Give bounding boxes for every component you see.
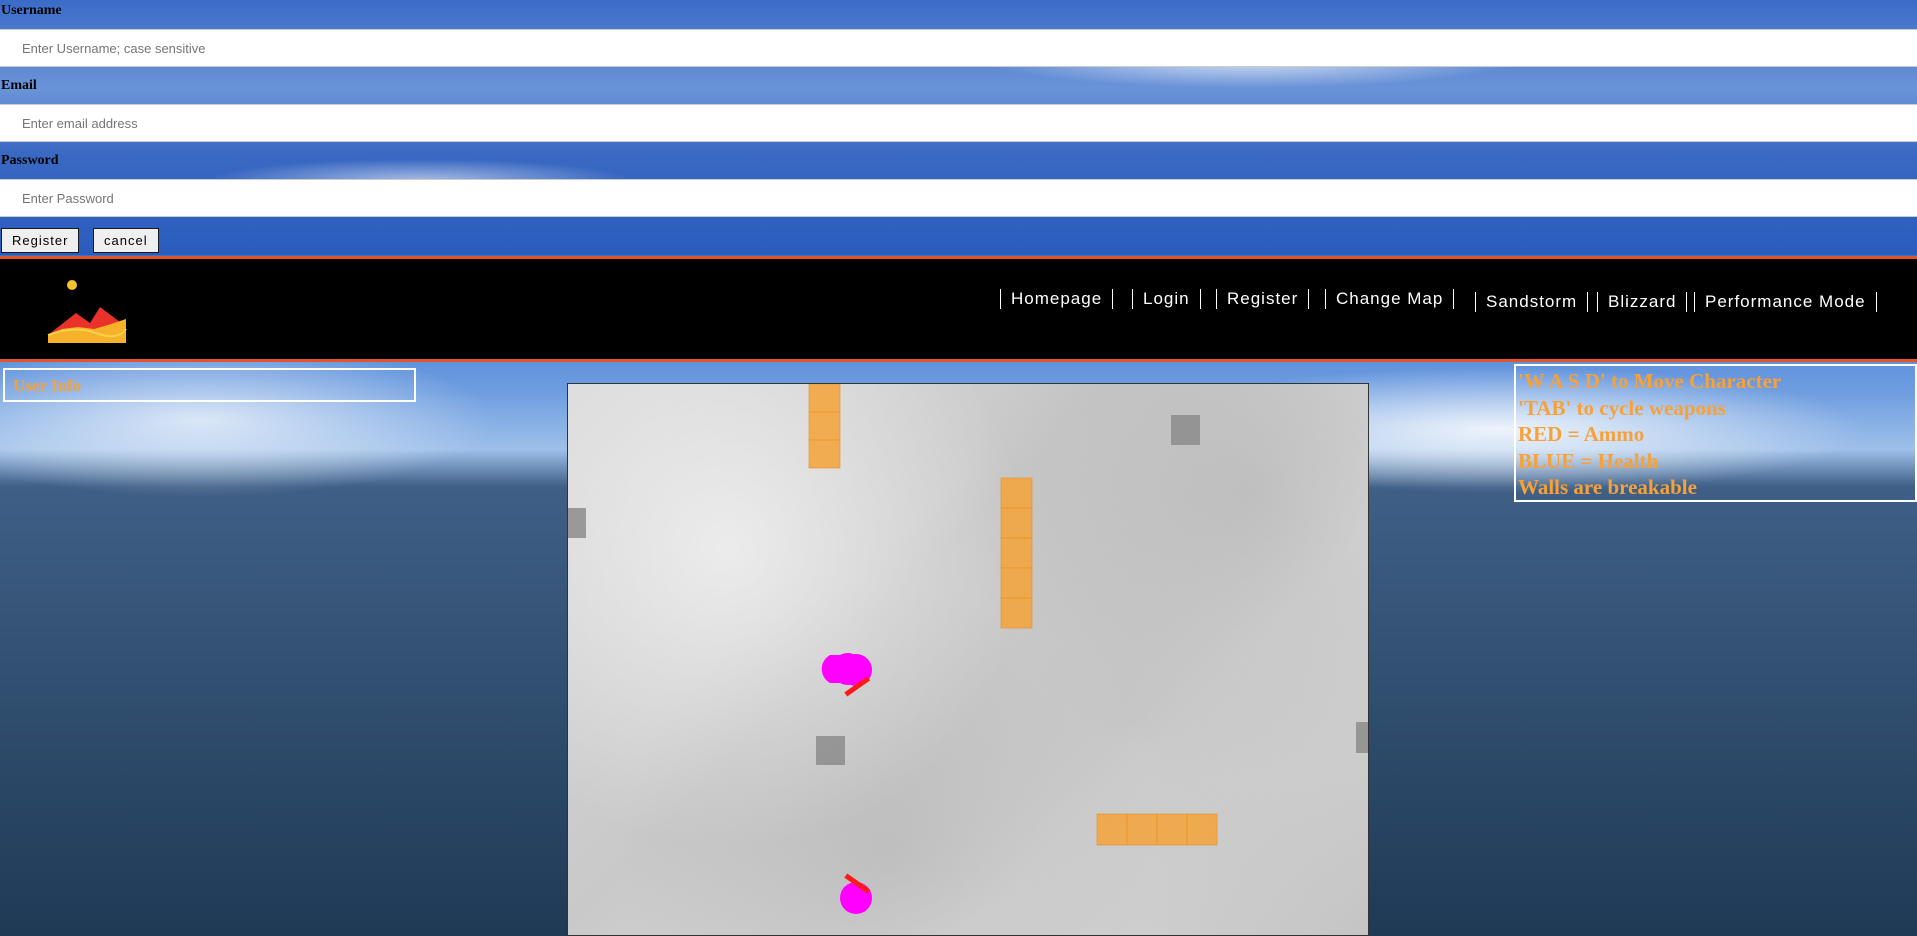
sunset-dunes-logo[interactable] (44, 277, 130, 353)
nav-register[interactable]: Register (1216, 289, 1310, 309)
breakable-wall (808, 384, 841, 469)
help-line: RED = Ammo (1518, 422, 1645, 446)
help-line: BLUE = Health (1518, 448, 1659, 473)
help-line: 'TAB' to cycle weapons (1518, 395, 1726, 420)
nav-login[interactable]: Login (1132, 289, 1201, 309)
site-header: Homepage Login Register Change Map Sands… (0, 256, 1917, 362)
grey-block (1356, 722, 1368, 753)
grey-block (568, 508, 586, 538)
email-input[interactable] (0, 104, 1917, 142)
breakable-wall (1000, 477, 1033, 629)
grey-block (816, 736, 845, 765)
nav-change-map[interactable]: Change Map (1325, 289, 1455, 309)
nav-performance-mode[interactable]: Performance Mode (1694, 292, 1877, 312)
register-form: Username Email Password Register cancel (0, 0, 1917, 255)
password-input[interactable] (0, 179, 1917, 217)
help-line: 'W A S D' to Move Character (1518, 369, 1782, 393)
game-canvas[interactable] (567, 383, 1369, 936)
user-info-panel: User Info (3, 368, 416, 402)
help-line: Walls are breakable (1518, 475, 1697, 499)
controls-help-panel: 'W A S D' to Move Character 'TAB' to cyc… (1514, 364, 1917, 502)
player-character (840, 873, 872, 914)
player-character (821, 653, 872, 697)
nav-blizzard[interactable]: Blizzard (1597, 292, 1688, 312)
breakable-wall (1096, 813, 1218, 846)
username-label: Username (1, 3, 62, 18)
username-input[interactable] (0, 29, 1917, 67)
nav-sandstorm[interactable]: Sandstorm (1475, 292, 1589, 312)
grey-block (1171, 415, 1200, 445)
nav-homepage[interactable]: Homepage (1000, 289, 1114, 309)
user-info-title: User Info (13, 376, 82, 395)
email-label: Email (1, 78, 37, 93)
register-button[interactable]: Register (1, 228, 80, 253)
cancel-button[interactable]: cancel (93, 228, 159, 253)
password-label: Password (1, 153, 59, 168)
